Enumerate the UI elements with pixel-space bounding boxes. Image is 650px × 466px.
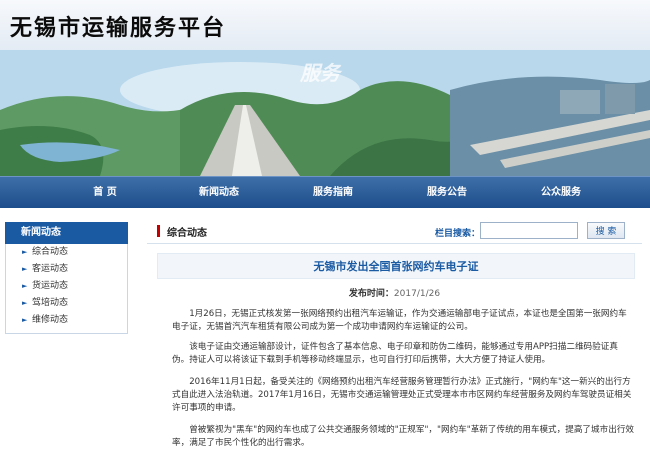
sidebar-menu: ► 综合动态 ► 客运动态 ► 货运动态 ► 驾培动态 ► 维修动态 bbox=[5, 244, 128, 334]
article-paragraph: 该电子证由交通运输部设计，证件包含了基本信息、电子印章和防伪二维码，能够通过专用… bbox=[172, 342, 618, 365]
article-paragraph: 1月26日，无锡正式核发第一张网络预约出租汽车运输证，作为交通运输部电子证试点，… bbox=[172, 309, 627, 332]
sidebar-item-label: 综合动态 bbox=[32, 247, 69, 257]
nav-public-service[interactable]: 公众服务 bbox=[516, 177, 606, 209]
nav-home[interactable]: 首 页 bbox=[60, 177, 150, 209]
section-header: 综合动态 栏目搜索： 搜 索 bbox=[147, 218, 642, 244]
nav-announcements[interactable]: 服务公告 bbox=[402, 177, 492, 209]
arrow-right-icon: ► bbox=[22, 248, 28, 256]
publish-date: 2017/1/26 bbox=[393, 289, 441, 299]
sidebar-item-repair[interactable]: ► 维修动态 bbox=[6, 312, 127, 329]
sidebar-item-freight[interactable]: ► 货运动态 bbox=[6, 278, 127, 295]
section-title: 综合动态 bbox=[167, 228, 207, 239]
sidebar-item-label: 货运动态 bbox=[32, 281, 69, 291]
arrow-right-icon: ► bbox=[22, 316, 28, 324]
sidebar-item-general[interactable]: ► 综合动态 bbox=[6, 244, 127, 261]
section-marker bbox=[157, 225, 160, 237]
article-paragraph: 2016年11月1日起，备受关注的《网络预约出租汽车经营服务管理暂行办法》正式施… bbox=[172, 377, 632, 413]
page: 无锡市运输服务平台 服务 首 页 新闻动态 服务指南 服务公告 公众服务 新闻动… bbox=[0, 0, 650, 466]
date-label: 发布时间： bbox=[348, 289, 394, 299]
article-paragraph: 曾被繁视为"黑车"的网约车也成了公共交通服务领域的"正规军"，"网约车"革新了传… bbox=[172, 425, 635, 448]
banner-watermark: 服务 bbox=[299, 61, 343, 85]
article-title: 无锡市发出全国首张网约车电子证 bbox=[157, 253, 635, 279]
arrow-right-icon: ► bbox=[22, 299, 28, 307]
nav-service-guide[interactable]: 服务指南 bbox=[288, 177, 378, 209]
main-nav: 首 页 新闻动态 服务指南 服务公告 公众服务 bbox=[0, 176, 650, 208]
site-title: 无锡市运输服务平台 bbox=[10, 15, 227, 41]
arrow-right-icon: ► bbox=[22, 265, 28, 273]
main-content: 综合动态 栏目搜索： 搜 索 无锡市发出全国首张网约车电子证 发布时间：2017… bbox=[147, 218, 642, 466]
search-label: 栏目搜索： bbox=[435, 229, 481, 239]
banner-image: 服务 bbox=[0, 50, 650, 176]
sidebar-item-label: 驾培动态 bbox=[32, 298, 69, 308]
search-input[interactable] bbox=[480, 222, 578, 239]
sidebar-item-driver-training[interactable]: ► 驾培动态 bbox=[6, 295, 127, 312]
arrow-right-icon: ► bbox=[22, 282, 28, 290]
sidebar-heading: 新闻动态 bbox=[5, 222, 128, 244]
sidebar-item-passenger[interactable]: ► 客运动态 bbox=[6, 261, 127, 278]
sidebar-item-label: 维修动态 bbox=[32, 315, 69, 325]
banner-scenery: 服务 bbox=[0, 50, 650, 176]
site-header: 无锡市运输服务平台 bbox=[0, 0, 650, 50]
nav-news[interactable]: 新闻动态 bbox=[174, 177, 264, 209]
search-button[interactable]: 搜 索 bbox=[587, 222, 625, 239]
article-meta: 发布时间：2017/1/26 bbox=[147, 286, 642, 299]
sidebar-item-label: 客运动态 bbox=[32, 264, 69, 274]
